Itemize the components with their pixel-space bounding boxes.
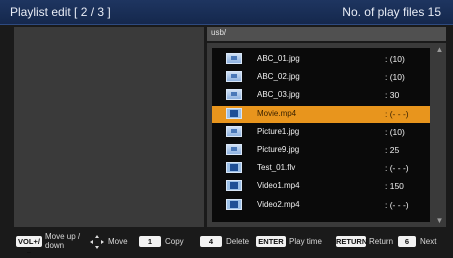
play-time-value: : 150 (385, 181, 404, 192)
play-time-value: : 30 (385, 90, 400, 101)
scroll-down-icon[interactable]: ▼ (435, 216, 444, 225)
move-updown-label-2: down (45, 241, 65, 250)
file-list-panel: ABC_01.jpg : (10) ABC_02.jpg : (10) ABC_03.j… (207, 43, 446, 227)
play-time-value: : 25 (385, 145, 400, 155)
delete-label: Delete (226, 237, 250, 246)
image-file-icon (226, 144, 242, 155)
play-time-value: : (10) (385, 54, 405, 64)
file-list: ABC_01.jpg : (10) ABC_02.jpg : (10) ABC_03.j… (212, 48, 430, 222)
next-key: 6 (398, 236, 416, 247)
video-file-icon (226, 180, 242, 192)
path-text: usb/ (211, 28, 227, 37)
enter-key: ENTER (256, 236, 286, 247)
file-row[interactable]: ABC_01.jpg : (10) (212, 51, 430, 68)
footer-help: VOL+/− Move up / down Move 1 Copy 4 Dele… (0, 228, 453, 257)
file-name: Video1.mp4 (257, 181, 300, 191)
play-time-value: : (- - -) (385, 199, 409, 210)
file-row[interactable]: Test_01.flv : (- - -) (212, 160, 430, 177)
file-name: Picture9.jpg (257, 145, 300, 154)
vol-key: VOL+/− (16, 236, 42, 257)
move-label: Move (108, 237, 128, 246)
play-time-value: : (10) (385, 72, 405, 83)
image-file-icon (226, 125, 242, 137)
file-row[interactable]: Video1.mp4 : 150 (212, 178, 430, 195)
file-name: ABC_01.jpg (257, 54, 300, 63)
file-row[interactable]: ABC_03.jpg : 30 (212, 87, 430, 104)
scroll-up-icon[interactable]: ▲ (435, 45, 444, 54)
dpad-icon (90, 235, 104, 249)
file-name: Video2.mp4 (257, 199, 300, 209)
page-title: Playlist edit [ 2 / 3 ] (10, 5, 111, 19)
play-time-label: Play time (289, 237, 322, 246)
play-time-value: : (- - -) (385, 163, 409, 174)
file-row[interactable]: Picture1.jpg : (10) (212, 124, 430, 141)
file-row[interactable]: Video2.mp4 : (- - -) (212, 197, 430, 214)
play-time-value: : (- - -) (385, 108, 409, 119)
copy-key: 1 (139, 236, 161, 247)
video-file-icon (226, 107, 242, 119)
play-files-count: No. of play files 15 (342, 5, 441, 19)
video-file-icon (226, 162, 242, 174)
video-file-icon (226, 198, 242, 210)
return-key: RETURN (336, 236, 368, 247)
image-file-icon (226, 53, 242, 64)
title-bar: Playlist edit [ 2 / 3 ] No. of play file… (0, 0, 453, 25)
image-file-icon (226, 89, 242, 101)
file-name: Movie.mp4 (257, 108, 297, 118)
play-time-value: : (10) (385, 126, 405, 137)
file-row[interactable]: Picture9.jpg : 25 (212, 142, 430, 159)
path-bar: usb/ (207, 27, 446, 41)
image-file-icon (226, 71, 242, 83)
file-name: Test_01.flv (257, 163, 296, 173)
return-label: Return (369, 237, 394, 246)
file-row[interactable]: ABC_02.jpg : (10) (212, 69, 430, 86)
preview-panel (14, 27, 204, 227)
file-row[interactable]: Movie.mp4 : (- - -) (212, 105, 430, 123)
scrollbar[interactable]: ▲ ▼ (435, 45, 444, 225)
next-label: Next (420, 237, 437, 246)
move-updown-label: Move up / (45, 232, 81, 241)
delete-key: 4 (200, 236, 222, 247)
file-name: ABC_03.jpg (257, 90, 300, 100)
file-name: ABC_02.jpg (257, 72, 300, 82)
file-name: Picture1.jpg (257, 126, 300, 136)
copy-label: Copy (165, 237, 184, 246)
